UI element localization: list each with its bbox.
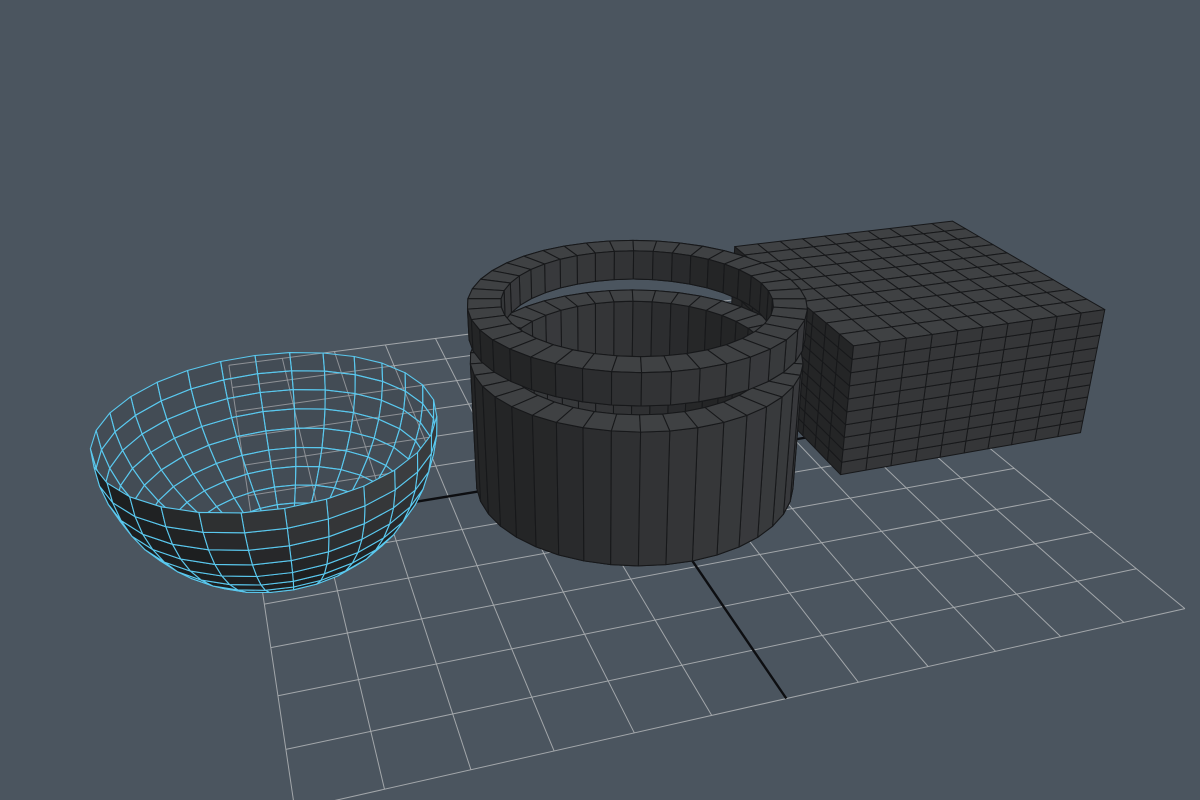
split-pipe-object[interactable] [466,239,808,567]
hemisphere-bowl-object[interactable] [89,352,438,594]
viewport-3d[interactable] [0,0,1200,800]
scene-objects [89,220,1106,594]
scene-canvas [89,220,1186,800]
